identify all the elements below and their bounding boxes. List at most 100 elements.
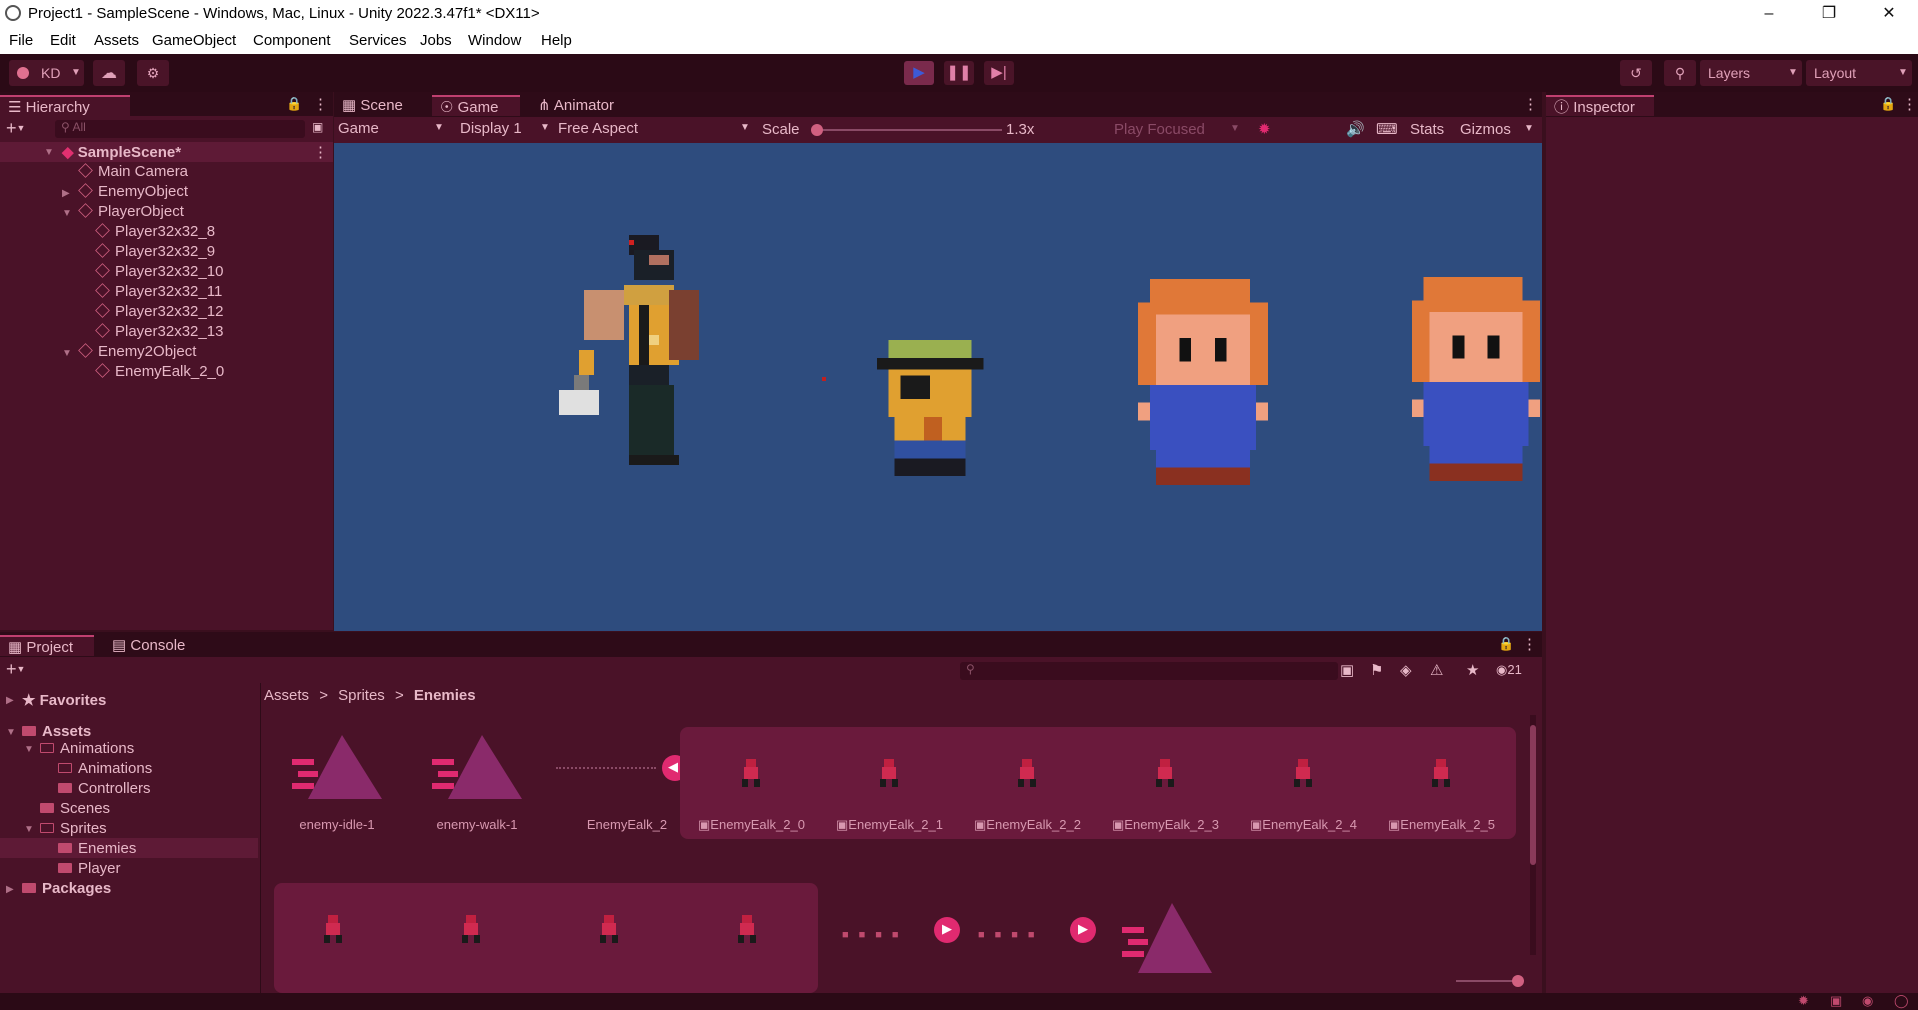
maximize-button[interactable]: ❐ — [1806, 0, 1852, 28]
cache-icon[interactable]: ▣ — [1830, 993, 1842, 1009]
lock-icon[interactable]: 🔒 — [286, 96, 302, 112]
animation-clip-icon[interactable] — [1122, 887, 1212, 993]
menu-help[interactable]: Help — [541, 32, 572, 49]
menu-component[interactable]: Component — [253, 32, 331, 49]
tab-hierarchy[interactable]: ☰ Hierarchy — [0, 95, 130, 116]
collab-button[interactable]: ⚙ — [137, 60, 169, 86]
folder-item-sprites[interactable]: Sprites — [40, 820, 107, 837]
display-dropdown[interactable]: Display 1 ▼ — [460, 120, 550, 137]
menu-assets[interactable]: Assets — [94, 32, 139, 49]
hierarchy-item[interactable]: Player32x32_12 — [95, 303, 223, 320]
expand-arrow-icon[interactable]: ▼ — [24, 744, 34, 755]
debug-bug-icon[interactable]: ✹ — [1798, 993, 1809, 1009]
more-icon[interactable]: ⋮ — [1522, 635, 1537, 653]
folder-item-scenes[interactable]: Scenes — [40, 800, 110, 817]
mute-audio-icon[interactable]: 🔊 — [1346, 120, 1365, 138]
lock-icon[interactable]: 🔒 — [1498, 636, 1514, 652]
folder-item-assets[interactable]: Assets — [22, 723, 91, 740]
hierarchy-item[interactable]: Player32x32_13 — [95, 323, 223, 340]
cloud-button[interactable]: ☁ — [93, 60, 125, 86]
sprite-thumb[interactable] — [1154, 759, 1176, 793]
folder-item-animations-sub[interactable]: Animations — [58, 760, 152, 777]
sprite-thumb[interactable] — [460, 915, 482, 949]
visibility-count[interactable]: ◉21 — [1496, 662, 1522, 678]
hierarchy-search-input[interactable]: All — [72, 120, 85, 134]
sprite-thumb[interactable] — [598, 915, 620, 949]
folder-item-player[interactable]: Player — [58, 860, 121, 877]
tag-icon[interactable]: ◈ — [1400, 661, 1412, 679]
zoom-slider-handle[interactable] — [1512, 975, 1524, 987]
more-icon[interactable]: ⋮ — [1902, 95, 1917, 113]
play-button[interactable]: ▶ — [904, 61, 934, 85]
folder-item-animations[interactable]: Animations — [40, 740, 134, 757]
breadcrumb-item[interactable]: Enemies — [414, 687, 476, 704]
filter-label-icon[interactable]: ⚑ — [1370, 661, 1383, 679]
scale-slider[interactable] — [812, 129, 1002, 131]
keyboard-icon[interactable]: ⌨ — [1376, 120, 1398, 138]
create-button[interactable]: +▼ — [6, 660, 25, 678]
hierarchy-item[interactable]: Player32x32_10 — [95, 263, 223, 280]
add-button[interactable]: +▼ — [6, 119, 25, 137]
animation-clip-icon[interactable] — [432, 735, 522, 807]
more-icon[interactable]: ⋮ — [313, 95, 328, 113]
menu-edit[interactable]: Edit — [50, 32, 76, 49]
tab-scene[interactable]: ▦ Scene — [334, 95, 411, 116]
tab-inspector[interactable]: ⓘ Inspector — [1546, 95, 1654, 116]
network-icon[interactable]: ◉ — [1862, 993, 1873, 1009]
gizmos-button[interactable]: Gizmos — [1460, 121, 1511, 138]
expand-arrow-icon[interactable]: ▶ — [62, 188, 70, 199]
account-button[interactable]: KD ▼ — [9, 60, 84, 86]
warning-icon[interactable]: ⚠ — [1430, 661, 1443, 679]
scene-filter-icon[interactable]: ▣ — [312, 120, 323, 134]
hierarchy-item[interactable]: PlayerObject — [78, 203, 184, 220]
folder-item-enemies[interactable]: Enemies — [58, 840, 136, 857]
tab-game[interactable]: ☉ Game — [432, 95, 520, 116]
search-button[interactable]: ⚲ — [1664, 60, 1696, 86]
layers-dropdown[interactable]: Layers ▼ — [1700, 60, 1802, 86]
menu-window[interactable]: Window — [468, 32, 521, 49]
scrollbar-thumb[interactable] — [1530, 725, 1536, 865]
filter-type-icon[interactable]: ▣ — [1340, 661, 1354, 679]
layout-dropdown[interactable]: Layout ▼ — [1806, 60, 1912, 86]
history-button[interactable]: ↺ — [1620, 60, 1652, 86]
progress-icon[interactable]: ◯ — [1894, 993, 1909, 1009]
zoom-slider[interactable] — [1456, 980, 1520, 982]
game-mode-dropdown[interactable]: Game ▼ — [338, 120, 446, 137]
favorites-item[interactable]: ★ Favorites — [22, 691, 106, 709]
menu-file[interactable]: File — [9, 32, 33, 49]
chevron-down-icon[interactable]: ▼ — [1524, 123, 1534, 134]
hierarchy-item[interactable]: Main Camera — [78, 163, 188, 180]
hierarchy-item[interactable]: Player32x32_8 — [95, 223, 215, 240]
lock-icon[interactable]: 🔒 — [1880, 96, 1896, 112]
sprite-thumb[interactable] — [1016, 759, 1038, 793]
debug-bug-icon[interactable]: ✹ — [1258, 120, 1271, 138]
hierarchy-item[interactable]: Player32x32_11 — [95, 283, 222, 300]
expand-sprites-button[interactable]: ▶ — [1070, 917, 1096, 943]
expand-arrow-icon[interactable]: ▼ — [6, 727, 16, 738]
pause-button[interactable]: ❚❚ — [944, 61, 974, 85]
hierarchy-item[interactable]: Player32x32_9 — [95, 243, 215, 260]
project-search-input[interactable]: ⚲ — [960, 662, 1338, 680]
scene-more-icon[interactable]: ⋮ — [313, 143, 328, 161]
sprite-thumb[interactable] — [878, 759, 900, 793]
vertical-scrollbar[interactable] — [1530, 715, 1536, 955]
expand-arrow-icon[interactable]: ▼ — [44, 147, 54, 158]
menu-gameobject[interactable]: GameObject — [152, 32, 236, 49]
sprite-thumb[interactable] — [740, 759, 762, 793]
expand-arrow-icon[interactable]: ▶ — [6, 695, 14, 706]
hierarchy-item[interactable]: Enemy2Object — [78, 343, 196, 360]
scene-item[interactable]: ◆ SampleScene* — [62, 143, 181, 161]
menu-jobs[interactable]: Jobs — [420, 32, 452, 49]
sprite-thumb[interactable] — [1292, 759, 1314, 793]
expand-arrow-icon[interactable]: ▶ — [6, 884, 14, 895]
expand-sprites-button[interactable]: ▶ — [934, 917, 960, 943]
play-focused-dropdown[interactable]: Play Focused ▼ — [1114, 121, 1244, 138]
tab-project[interactable]: ▦ Project — [0, 635, 94, 656]
sprite-thumb[interactable] — [322, 915, 344, 949]
expand-arrow-icon[interactable]: ▼ — [62, 348, 72, 359]
sprite-thumb[interactable] — [736, 915, 758, 949]
sprite-thumb[interactable] — [1430, 759, 1452, 793]
animation-clip-icon[interactable] — [292, 735, 382, 807]
game-view[interactable] — [334, 143, 1542, 631]
close-button[interactable]: ✕ — [1866, 0, 1912, 28]
